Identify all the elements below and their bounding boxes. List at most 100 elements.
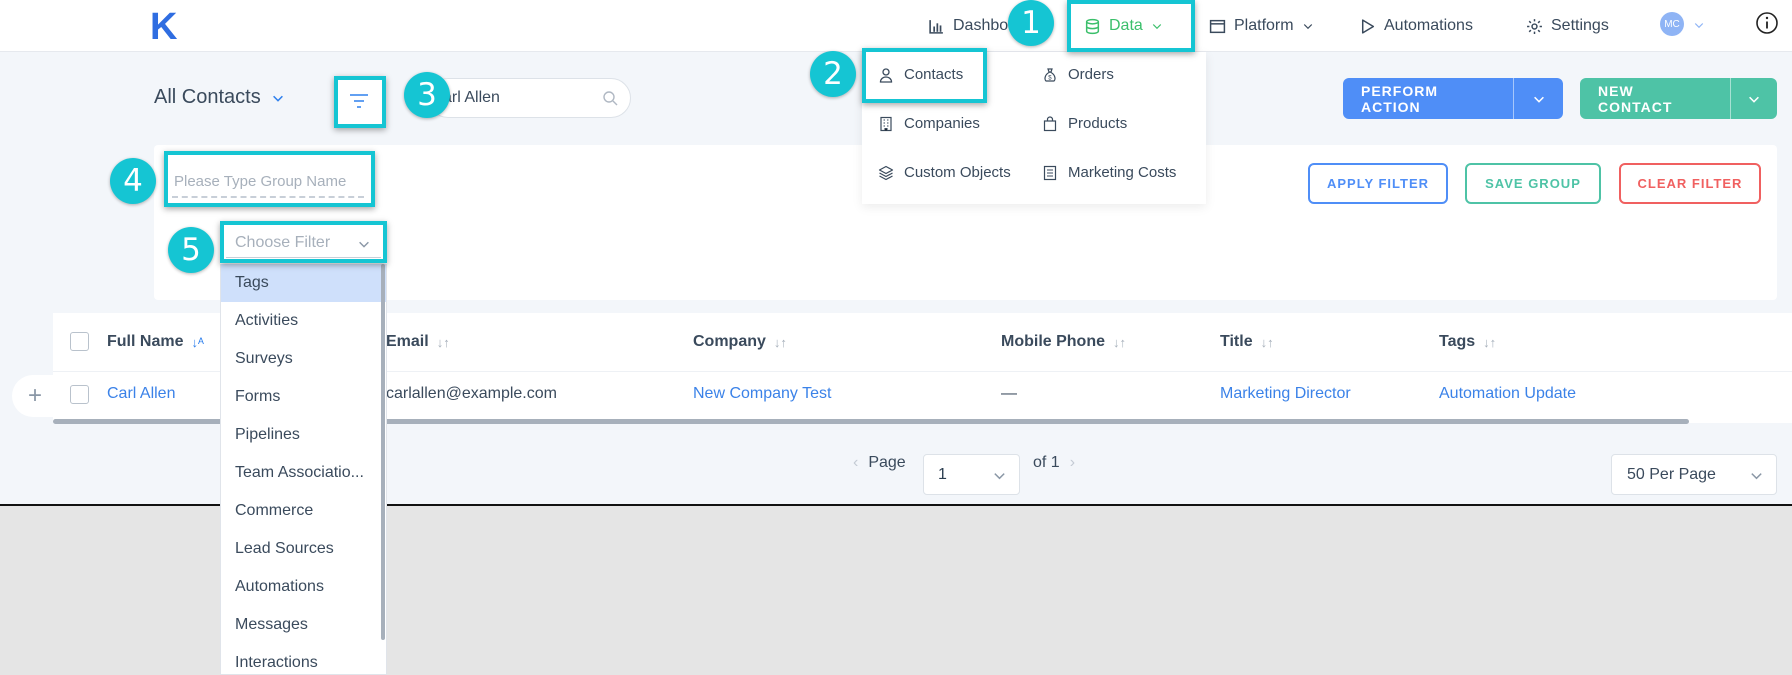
sort-icon[interactable]: ↓↑ (1113, 335, 1126, 350)
of-label: of 1 (1033, 454, 1060, 471)
app-logo[interactable]: K (150, 6, 177, 49)
menu-item-label: Custom Objects (904, 164, 1011, 181)
nav-dashboard[interactable]: Dashbo (928, 12, 1008, 40)
sort-icon[interactable]: ↓↑ (1483, 335, 1496, 350)
pagination-next[interactable]: of 1 › (1033, 454, 1075, 472)
gear-icon (1527, 18, 1542, 34)
nav-platform[interactable]: Platform (1209, 12, 1314, 40)
perform-action-label: PERFORM ACTION (1361, 82, 1438, 115)
column-header-email[interactable]: Email ↓↑ (386, 333, 450, 351)
column-header-mobile-phone[interactable]: Mobile Phone ↓↑ (1001, 333, 1126, 351)
filter-option-surveys[interactable]: Surveys (221, 340, 386, 378)
contacts-view-selector[interactable]: All Contacts (154, 86, 285, 109)
column-header-full-name[interactable]: Full Name ↓ᴬ (107, 333, 204, 351)
nav-settings[interactable]: Settings (1526, 12, 1609, 40)
filter-option-commerce[interactable]: Commerce (221, 492, 386, 530)
column-header-company[interactable]: Company ↓↑ (693, 333, 787, 351)
add-row-plus-icon[interactable]: + (12, 375, 58, 417)
highlight-filter-button (334, 76, 386, 128)
filter-option-tags[interactable]: Tags (221, 264, 386, 302)
chevron-down-icon (1533, 96, 1544, 103)
chevron-down-icon (1749, 96, 1759, 103)
new-contact-button[interactable]: NEW CONTACT (1580, 78, 1777, 119)
cell-company[interactable]: New Company Test (693, 385, 831, 403)
page-select[interactable]: 1 (923, 454, 1020, 495)
play-icon (1361, 18, 1375, 34)
nav-automations[interactable]: Automations (1359, 12, 1473, 40)
chevron-down-icon[interactable] (1693, 19, 1705, 31)
perform-action-caret[interactable] (1513, 78, 1563, 119)
chevron-left-icon[interactable]: ‹ (853, 454, 858, 472)
menu-item-companies[interactable]: Companies (878, 115, 980, 132)
callout-badge-2: 2 (810, 51, 856, 97)
sort-icon[interactable]: ↓↑ (774, 335, 787, 350)
menu-item-custom-objects[interactable]: Custom Objects (878, 164, 1011, 181)
page-title: All Contacts (154, 86, 261, 108)
bar-chart-icon (929, 19, 943, 34)
chevron-down-icon (272, 95, 283, 102)
menu-item-label: Orders (1068, 66, 1114, 83)
filter-option-team-associations[interactable]: Team Associatio... (221, 454, 386, 492)
menu-item-label: Marketing Costs (1068, 164, 1177, 181)
column-label: Email (386, 333, 429, 350)
window-icon (1209, 19, 1226, 33)
column-header-tags[interactable]: Tags ↓↑ (1439, 333, 1496, 351)
perform-action-button[interactable]: PERFORM ACTION (1343, 78, 1563, 119)
sort-icon[interactable]: ↓ᴬ (191, 335, 203, 350)
info-icon[interactable] (1755, 11, 1779, 35)
cell-email: carlallen@example.com (386, 385, 557, 402)
callout-badge-1: 1 (1008, 0, 1054, 46)
nav-automations-label: Automations (1384, 17, 1473, 34)
clear-filter-button[interactable]: CLEAR FILTER (1619, 163, 1761, 204)
filter-option-forms[interactable]: Forms (221, 378, 386, 416)
filter-options-dropdown: Tags Activities Surveys Forms Pipelines … (220, 264, 387, 675)
menu-item-label: Products (1068, 115, 1128, 132)
chevron-right-icon[interactable]: › (1070, 454, 1075, 472)
menu-item-orders[interactable]: $ Orders (1042, 66, 1114, 83)
menu-item-marketing-costs[interactable]: Marketing Costs (1042, 164, 1176, 181)
column-header-title[interactable]: Title ↓↑ (1220, 333, 1274, 351)
cell-tags[interactable]: Automation Update (1439, 385, 1576, 403)
sort-icon[interactable]: ↓↑ (437, 335, 450, 350)
highlight-data-nav (1067, 0, 1195, 52)
filter-option-messages[interactable]: Messages (221, 606, 386, 644)
dropdown-scrollbar[interactable] (381, 264, 385, 640)
search-input[interactable]: arl Allen (428, 78, 631, 118)
nav-settings-label: Settings (1551, 17, 1609, 34)
row-checkbox[interactable] (70, 385, 89, 404)
search-value: arl Allen (443, 89, 500, 106)
highlight-contacts-item (862, 48, 987, 103)
column-label: Tags (1439, 333, 1476, 350)
select-all-checkbox[interactable] (70, 332, 89, 351)
avatar[interactable]: MC (1660, 12, 1684, 36)
filter-option-automations[interactable]: Automations (221, 568, 386, 606)
new-contact-caret[interactable] (1730, 78, 1777, 119)
page-label: Page (868, 454, 906, 471)
column-label: Title (1220, 333, 1253, 350)
apply-filter-button[interactable]: APPLY FILTER (1308, 163, 1448, 204)
menu-item-products[interactable]: Products (1042, 115, 1127, 132)
chevron-down-icon (1751, 473, 1762, 480)
per-page-select[interactable]: 50 Per Page (1611, 454, 1777, 495)
sort-icon[interactable]: ↓↑ (1261, 335, 1274, 350)
filter-option-pipelines[interactable]: Pipelines (221, 416, 386, 454)
pagination-prev[interactable]: ‹ Page (853, 454, 906, 472)
nav-dashboard-label: Dashbo (953, 17, 1009, 34)
layers-icon (878, 165, 894, 180)
highlight-choose-filter (220, 221, 387, 263)
cell-full-name[interactable]: Carl Allen (107, 385, 175, 403)
filter-option-interactions[interactable]: Interactions (221, 644, 386, 674)
filter-option-activities[interactable]: Activities (221, 302, 386, 340)
filter-option-lead-sources[interactable]: Lead Sources (221, 530, 386, 568)
nav-platform-label: Platform (1234, 17, 1294, 34)
cell-title[interactable]: Marketing Director (1220, 385, 1351, 403)
highlight-group-name (164, 151, 375, 207)
callout-badge-3: 3 (404, 72, 450, 118)
building-icon (880, 116, 892, 131)
menu-item-label: Companies (904, 115, 980, 132)
new-contact-label: NEW CONTACT (1598, 82, 1673, 115)
shopping-bag-icon (1043, 115, 1057, 131)
column-label: Full Name (107, 333, 184, 350)
save-group-button[interactable]: SAVE GROUP (1465, 163, 1601, 204)
search-icon (603, 91, 618, 106)
